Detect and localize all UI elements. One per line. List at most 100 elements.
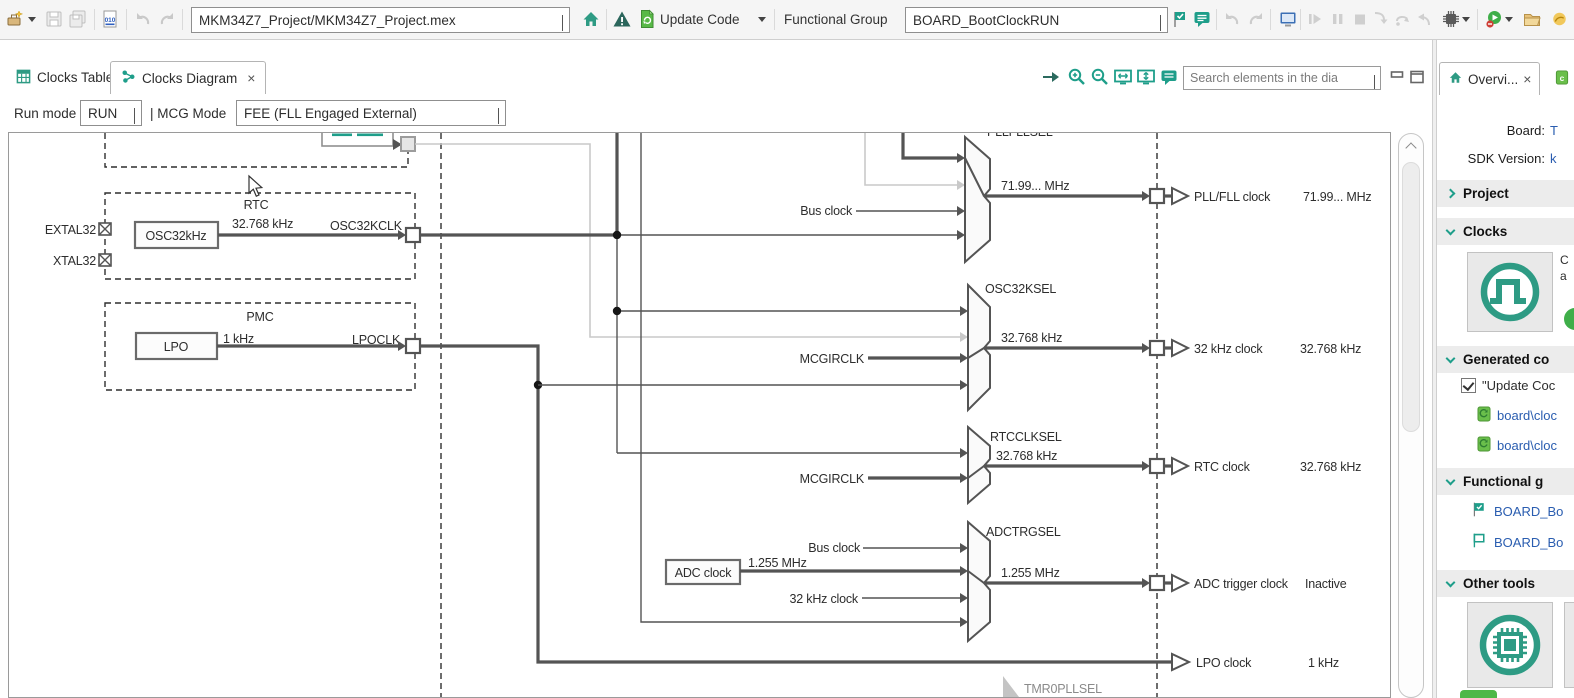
project-selector[interactable]: MKM34Z7_Project/MKM34Z7_Project.mex — [191, 7, 570, 33]
redo-icon[interactable] — [157, 9, 177, 29]
xtal32-pin[interactable] — [98, 253, 112, 267]
open-folder-icon[interactable] — [1522, 9, 1542, 29]
generated-file-row[interactable]: board\cloc — [1477, 436, 1557, 455]
fit-width-icon[interactable] — [1112, 66, 1134, 88]
zoom-out-icon[interactable] — [1089, 66, 1111, 88]
mcg-mode-selector[interactable]: FEE (FLL Engaged External) — [236, 100, 506, 126]
osc32k-clock-output-value[interactable]: 32.768 kHz — [1300, 342, 1361, 356]
step-into-icon[interactable] — [1370, 9, 1390, 29]
extal32-pin[interactable] — [98, 222, 112, 236]
tab-overview-close-icon[interactable]: × — [1523, 71, 1531, 87]
undo-secondary-icon[interactable] — [1222, 9, 1242, 29]
osc32k-clock-port[interactable] — [1148, 339, 1166, 357]
update-code-checkbox[interactable] — [1461, 378, 1476, 393]
osc32ksel-output-frequency[interactable]: 32.768 kHz — [1001, 331, 1062, 345]
generated-file-row[interactable]: board\cloc — [1477, 406, 1557, 425]
functional-group-selector[interactable]: BOARD_BootClockRUN — [905, 7, 1168, 33]
chip-dropdown-icon[interactable] — [1461, 9, 1471, 29]
diagram-search-input[interactable]: Search elements in the dia — [1183, 66, 1381, 90]
save-icon[interactable] — [44, 9, 64, 29]
rtc-clock-output-value[interactable]: 32.768 kHz — [1300, 460, 1361, 474]
redo-secondary-icon[interactable] — [1246, 9, 1266, 29]
scrollbar-thumb[interactable] — [1402, 162, 1420, 432]
osc32k-clock-output-label[interactable]: 32 kHz clock — [1194, 342, 1264, 356]
run-mode-selector[interactable]: RUN — [80, 100, 142, 126]
rtcclksel-output-frequency[interactable]: 32.768 kHz — [996, 449, 1057, 463]
target-chip-icon[interactable] — [1441, 9, 1461, 29]
adctrgsel-output-frequency[interactable]: 1.255 MHz — [1001, 566, 1060, 580]
adc-clock-frequency[interactable]: 1.255 MHz — [748, 556, 807, 570]
log-icon[interactable] — [1192, 9, 1212, 29]
section-generated-code[interactable]: Generated co — [1437, 346, 1574, 373]
tab-close-icon[interactable]: × — [247, 70, 255, 86]
tab-clocks-diagram[interactable]: Clocks Diagram × — [110, 61, 267, 94]
pins-tool-button[interactable] — [1467, 602, 1553, 688]
board-value-link[interactable]: T — [1550, 123, 1558, 138]
jump-to-element-icon[interactable] — [1040, 66, 1062, 88]
lpoclk-port[interactable] — [404, 337, 422, 355]
section-clocks[interactable]: Clocks — [1437, 218, 1574, 245]
update-code-icon[interactable] — [637, 9, 657, 29]
diagram-comment-icon[interactable] — [1158, 66, 1180, 88]
tab-overview[interactable]: Overvi... × — [1439, 62, 1541, 95]
adc-trigger-clock-port[interactable] — [1148, 574, 1166, 592]
step-over-icon[interactable] — [1393, 9, 1413, 29]
home-icon[interactable] — [581, 9, 601, 29]
functional-group-link[interactable]: BOARD_Bo — [1494, 504, 1563, 519]
step-return-icon[interactable] — [1415, 9, 1435, 29]
update-code-checkbox-row[interactable]: "Update Coc — [1461, 378, 1555, 393]
functional-group-link[interactable]: BOARD_Bo — [1494, 535, 1563, 550]
pll-fll-clock-port[interactable] — [1148, 187, 1166, 205]
diagram-vertical-scrollbar[interactable] — [1398, 133, 1424, 698]
lpo-clock-output-value[interactable]: 1 kHz — [1308, 656, 1339, 670]
generated-file-link[interactable]: board\cloc — [1497, 438, 1557, 453]
flag-check-icon[interactable] — [1170, 9, 1190, 29]
update-code-dropdown-icon[interactable] — [757, 9, 767, 29]
section-project[interactable]: Project — [1437, 180, 1574, 207]
debug-resume-icon[interactable] — [1305, 9, 1325, 29]
fit-height-icon[interactable] — [1135, 66, 1157, 88]
clocks-tool-button[interactable] — [1467, 252, 1553, 332]
rtc-clock-port[interactable] — [1148, 457, 1166, 475]
section-other-tools[interactable]: Other tools — [1437, 570, 1574, 597]
pll-fll-clock-output-label[interactable]: PLL/FLL clock — [1194, 190, 1271, 204]
tmr0pllsel-mux-clipped[interactable] — [1003, 676, 1019, 697]
rtc-clock-output-label[interactable]: RTC clock — [1194, 460, 1251, 474]
lpoclk-frequency[interactable]: 1 kHz — [223, 332, 254, 346]
new-configuration-icon[interactable] — [5, 9, 25, 29]
tab-code-preview[interactable]: c C — [1547, 62, 1574, 95]
debug-terminate-icon[interactable] — [1350, 9, 1370, 29]
pllfllsel-mux[interactable] — [964, 134, 991, 265]
clocks-diagram-canvas[interactable]: RTC OSC32kHz 32.768 kHz OSC32KCLK EXTAL3… — [8, 132, 1391, 698]
osc32kclk-frequency[interactable]: 32.768 kHz — [232, 217, 293, 231]
pll-fll-clock-output-value[interactable]: 71.99... MHz — [1303, 190, 1372, 204]
functional-group-row[interactable]: BOARD_Bo — [1471, 532, 1563, 552]
adc-trigger-clock-output-label[interactable]: ADC trigger clock — [1194, 577, 1289, 591]
inactive-port[interactable] — [400, 136, 416, 152]
lpo-clock-output-label[interactable]: LPO clock — [1196, 656, 1252, 670]
debug-suspend-icon[interactable] — [1328, 9, 1348, 29]
console-icon[interactable] — [1278, 9, 1298, 29]
generate-code-icon[interactable]: 010 — [100, 9, 120, 29]
save-all-icon[interactable] — [68, 9, 88, 29]
new-dropdown-icon[interactable] — [27, 9, 37, 29]
undo-icon[interactable] — [133, 9, 153, 29]
generated-file-link[interactable]: board\cloc — [1497, 408, 1557, 423]
scroll-up-icon[interactable] — [1405, 142, 1417, 154]
tab-clocks-table[interactable]: Clocks Table — [6, 61, 123, 94]
adc-trigger-clock-output-value[interactable]: Inactive — [1305, 577, 1347, 591]
functional-group-row[interactable]: BOARD_Bo — [1471, 501, 1563, 521]
next-tool-button-clipped[interactable] — [1564, 602, 1574, 688]
sdk-version-value-link[interactable]: k — [1550, 151, 1557, 166]
problems-warning-icon[interactable] — [612, 9, 632, 29]
maximize-view-icon[interactable] — [1406, 66, 1428, 88]
update-code-label[interactable]: Update Code — [660, 12, 740, 27]
zoom-in-icon[interactable] — [1066, 66, 1088, 88]
pllfllsel-output-frequency[interactable]: 71.99... MHz — [1001, 179, 1070, 193]
section-functional-groups[interactable]: Functional g — [1437, 468, 1574, 495]
run-tool-icon[interactable] — [1484, 9, 1504, 29]
import-example-icon[interactable] — [1547, 9, 1567, 29]
osc32kclk-port[interactable] — [404, 226, 422, 244]
run-dropdown-icon[interactable] — [1504, 9, 1514, 29]
minimize-view-icon[interactable] — [1386, 66, 1408, 88]
